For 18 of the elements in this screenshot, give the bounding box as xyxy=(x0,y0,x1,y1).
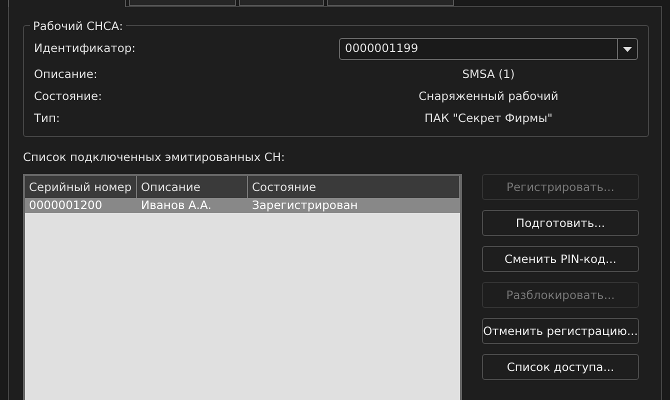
field-label: Состояние: xyxy=(34,88,103,106)
tab[interactable] xyxy=(327,0,454,6)
action-button[interactable]: Сменить PIN-код... xyxy=(482,246,639,272)
action-button[interactable]: Подготовить... xyxy=(482,210,639,236)
field-label: Тип: xyxy=(34,110,61,128)
action-button[interactable]: Список доступа... xyxy=(482,354,639,380)
field-label: Идентификатор: xyxy=(34,40,137,58)
field-value: ПАК "Секрет Фирмы" xyxy=(423,110,554,128)
dropdown-arrow-icon xyxy=(623,46,632,52)
field-value: SMSA (1) xyxy=(461,66,516,84)
list-label: Список подключенных эмитированных СН: xyxy=(23,149,286,166)
identifier-combo[interactable]: 0000001199 xyxy=(339,38,638,60)
field-label: Описание: xyxy=(34,66,98,84)
field-value: Снаряженный рабочий xyxy=(418,88,560,106)
tab[interactable] xyxy=(129,0,236,6)
tab[interactable] xyxy=(239,0,324,6)
table-row[interactable]: 0000001200 Иванов А.А. Зарегистрирован xyxy=(25,198,460,214)
action-button[interactable]: Отменить регистрацию... xyxy=(482,318,639,344)
